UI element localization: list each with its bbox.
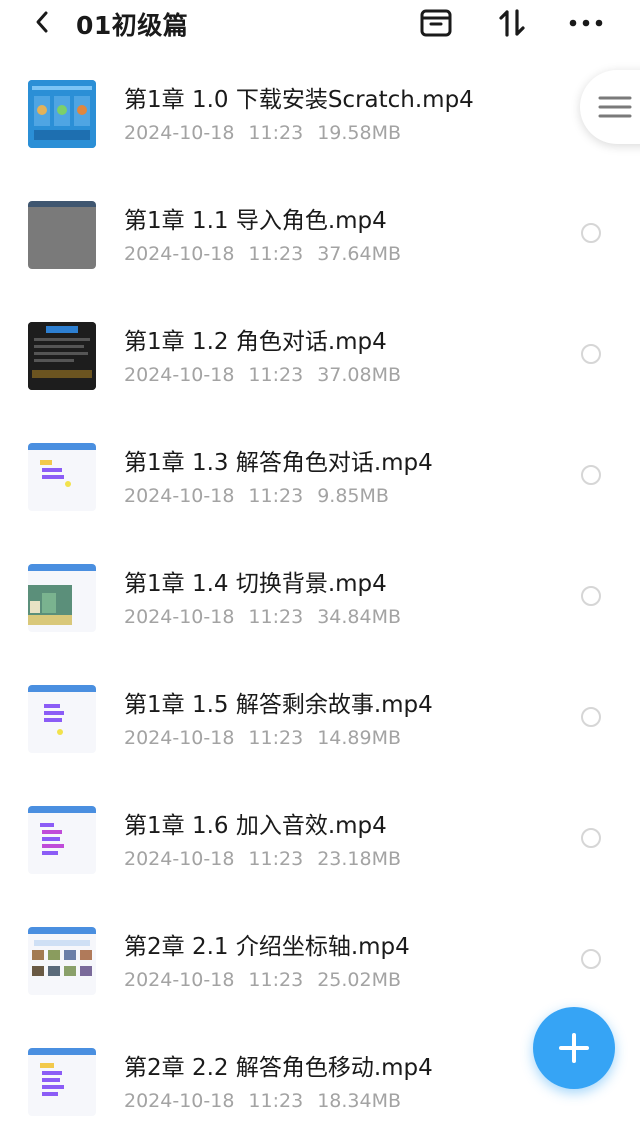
select-radio[interactable] <box>581 344 601 364</box>
video-thumbnail <box>28 322 96 390</box>
file-row[interactable]: 第1章 1.2 角色对话.mp4 2024-10-18 11:23 37.08MB <box>0 302 640 422</box>
video-thumbnail <box>28 927 96 995</box>
select-radio[interactable] <box>581 707 601 727</box>
file-name: 第2章 2.2 解答角色移动.mp4 <box>124 1055 433 1081</box>
file-size: 37.08MB <box>317 364 402 386</box>
file-size: 37.64MB <box>317 243 402 265</box>
select-radio[interactable] <box>581 223 601 243</box>
file-time: 11:23 <box>248 1090 304 1112</box>
sort-icon[interactable] <box>492 6 532 40</box>
file-date: 2024-10-18 <box>124 606 235 628</box>
file-date: 2024-10-18 <box>124 969 235 991</box>
video-thumbnail <box>28 806 96 874</box>
file-size: 18.34MB <box>317 1090 402 1112</box>
file-time: 11:23 <box>248 727 304 749</box>
file-row[interactable]: 第1章 1.3 解答角色对话.mp4 2024-10-18 11:23 9.85MB <box>0 423 640 543</box>
file-name: 第1章 1.0 下载安装Scratch.mp4 <box>124 87 474 113</box>
file-row[interactable]: 第1章 1.0 下载安装Scratch.mp4 2024-10-18 11:23 1… <box>0 60 640 180</box>
video-thumbnail <box>28 564 96 632</box>
file-time: 11:23 <box>248 243 304 265</box>
file-size: 14.89MB <box>317 727 402 749</box>
plus-icon <box>559 1033 589 1063</box>
video-thumbnail <box>28 443 96 511</box>
file-size: 34.84MB <box>317 606 402 628</box>
file-time: 11:23 <box>248 848 304 870</box>
file-meta: 2024-10-18 11:23 19.58MB <box>124 122 415 144</box>
file-name: 第1章 1.2 角色对话.mp4 <box>124 329 387 355</box>
file-date: 2024-10-18 <box>124 848 235 870</box>
file-size: 9.85MB <box>317 485 389 507</box>
file-meta: 2024-10-18 11:23 9.85MB <box>124 485 403 507</box>
file-name: 第1章 1.5 解答剩余故事.mp4 <box>124 692 433 718</box>
file-meta: 2024-10-18 11:23 18.34MB <box>124 1090 415 1112</box>
file-time: 11:23 <box>248 485 304 507</box>
file-time: 11:23 <box>248 606 304 628</box>
add-fab-button[interactable] <box>533 1007 615 1089</box>
file-size: 23.18MB <box>317 848 402 870</box>
video-thumbnail <box>28 201 96 269</box>
file-date: 2024-10-18 <box>124 727 235 749</box>
file-name: 第1章 1.4 切换背景.mp4 <box>124 571 387 597</box>
select-radio[interactable] <box>581 828 601 848</box>
file-date: 2024-10-18 <box>124 485 235 507</box>
video-thumbnail <box>28 1048 96 1116</box>
file-date: 2024-10-18 <box>124 364 235 386</box>
file-meta: 2024-10-18 11:23 14.89MB <box>124 727 415 749</box>
file-time: 11:23 <box>248 969 304 991</box>
file-date: 2024-10-18 <box>124 1090 235 1112</box>
file-date: 2024-10-18 <box>124 243 235 265</box>
select-radio[interactable] <box>581 586 601 606</box>
file-time: 11:23 <box>248 364 304 386</box>
file-row[interactable]: 第1章 1.6 加入音效.mp4 2024-10-18 11:23 23.18MB <box>0 786 640 906</box>
video-thumbnail <box>28 685 96 753</box>
file-size: 25.02MB <box>317 969 402 991</box>
file-meta: 2024-10-18 11:23 37.64MB <box>124 243 415 265</box>
file-meta: 2024-10-18 11:23 37.08MB <box>124 364 415 386</box>
file-size: 19.58MB <box>317 122 402 144</box>
top-bar: 01初级篇 <box>0 0 640 48</box>
archive-icon[interactable] <box>416 6 456 40</box>
file-name: 第1章 1.3 解答角色对话.mp4 <box>124 450 433 476</box>
file-row[interactable]: 第1章 1.5 解答剩余故事.mp4 2024-10-18 11:23 14.89M… <box>0 665 640 785</box>
file-row[interactable]: 第1章 1.1 导入角色.mp4 2024-10-18 11:23 37.64MB <box>0 181 640 301</box>
file-date: 2024-10-18 <box>124 122 235 144</box>
file-meta: 2024-10-18 11:23 25.02MB <box>124 969 415 991</box>
file-meta: 2024-10-18 11:23 34.84MB <box>124 606 415 628</box>
file-meta: 2024-10-18 11:23 23.18MB <box>124 848 415 870</box>
select-radio[interactable] <box>581 949 601 969</box>
file-name: 第1章 1.6 加入音效.mp4 <box>124 813 387 839</box>
file-time: 11:23 <box>248 122 304 144</box>
file-name: 第2章 2.1 介绍坐标轴.mp4 <box>124 934 410 960</box>
menu-lines-icon <box>598 96 632 118</box>
back-chevron-icon[interactable] <box>30 8 54 36</box>
page-title: 01初级篇 <box>76 11 189 40</box>
file-row[interactable]: 第1章 1.4 切换背景.mp4 2024-10-18 11:23 34.84MB <box>0 544 640 664</box>
more-options-icon[interactable] <box>566 6 606 40</box>
video-thumbnail <box>28 80 96 148</box>
select-radio[interactable] <box>581 465 601 485</box>
file-row[interactable]: 第2章 2.1 介绍坐标轴.mp4 2024-10-18 11:23 25.02MB <box>0 907 640 1027</box>
file-name: 第1章 1.1 导入角色.mp4 <box>124 208 387 234</box>
